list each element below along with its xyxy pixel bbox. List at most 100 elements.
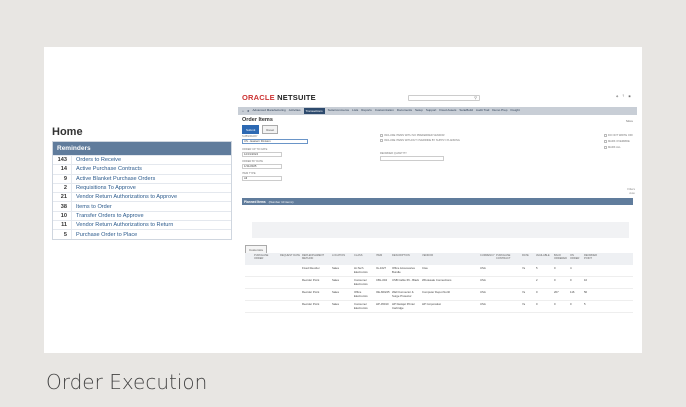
table-cell[interactable]: USA — [479, 277, 495, 288]
table-cell[interactable]: Computer Depot North — [421, 289, 479, 300]
filters-panel — [252, 222, 629, 238]
table-cell: Consumer Electronics — [354, 278, 368, 286]
recent-records-icon[interactable]: ◈ — [616, 94, 618, 98]
grid-column-header[interactable]: AVAILABLE — [535, 253, 553, 265]
table-cell: HP Deskjet Printer Cartridge — [392, 302, 415, 310]
table-cell: Consumer Electronics — [354, 302, 368, 310]
table-cell: Fixed Reorder — [302, 266, 320, 270]
subsidiary-field[interactable]: SUBSIDIARY US - Eastern Division — [242, 135, 308, 144]
reset-button[interactable]: Reset — [262, 125, 279, 134]
grid-column-header[interactable]: LOCATION — [331, 253, 353, 265]
table-row[interactable]: Fixed Reorder Sales Hi-Tech Electronics IG-… — [245, 265, 633, 277]
table-cell[interactable]: Cisa — [421, 265, 479, 276]
table-cell: 7a — [522, 302, 526, 306]
reminder-link[interactable]: Items to Order — [71, 202, 112, 211]
nav-item[interactable]: Advanced Manufacturing — [253, 108, 286, 114]
mark-override-checkbox[interactable]: MARK OVERRIDE — [604, 140, 630, 143]
reminder-row[interactable]: 143 Orders to Receive — [53, 155, 231, 165]
table-row[interactable]: Reorder Point Sales Consumer Electronics HP… — [245, 301, 633, 313]
star-icon[interactable]: ★ — [247, 109, 250, 113]
grid-column-header[interactable]: ITEM — [375, 253, 391, 265]
section-count: (Number 10 items) — [268, 199, 294, 204]
nav-item[interactable]: Demo Prep — [492, 108, 507, 114]
include-without-override-checkbox[interactable]: INCLUDE ITEMS WITHOUT OVERRIDE BY SUPPLY… — [380, 139, 460, 142]
table-cell[interactable]: USA — [479, 301, 495, 312]
reminder-link[interactable]: Transfer Orders to Approve — [71, 211, 144, 221]
nav-item[interactable]: Support — [426, 108, 437, 114]
home-reminders-widget: Home Reminders 143 Orders to Receive 14 Act… — [52, 126, 232, 240]
table-cell: 116 — [570, 290, 575, 294]
nav-item[interactable]: Documents — [397, 108, 412, 114]
home-icon[interactable]: ⌂ — [242, 109, 244, 113]
reminder-link[interactable]: Active Purchase Contracts — [71, 165, 142, 174]
nav-item[interactable]: Freight — [510, 108, 519, 114]
reorder-quantity-field[interactable]: REORDER QUANTITY — [380, 152, 444, 161]
table-row[interactable]: Reorder Point Sales Consumer Electronics CB… — [245, 277, 633, 289]
grid-column-header[interactable]: CURRENCY — [479, 253, 495, 265]
reminder-link[interactable]: Vendor Return Authorizations to Return — [71, 221, 173, 230]
reminder-row[interactable]: 10 Transfer Orders to Approve — [53, 210, 231, 221]
table-cell: 0 — [554, 266, 556, 270]
submit-button[interactable]: Submit — [242, 125, 260, 134]
page-title: Order Items — [242, 117, 273, 123]
avatar[interactable]: ◉ — [628, 94, 631, 98]
global-search-input[interactable]: ⚲ — [408, 95, 480, 101]
table-cell[interactable]: USA — [479, 289, 495, 300]
table-cell[interactable]: Wholesale Connections — [421, 277, 479, 288]
nav-item[interactable]: Audit Trail — [476, 108, 489, 114]
reminder-row[interactable]: 38 Items to Order — [53, 201, 231, 211]
reminder-link[interactable]: Vendor Return Authorizations to Approve — [71, 193, 177, 202]
nav-item[interactable]: Transactions — [303, 108, 325, 114]
grid-column-header[interactable]: REQUEST DATE — [279, 253, 301, 265]
more-link[interactable]: More — [626, 119, 633, 123]
nav-item[interactable]: Activities — [289, 108, 301, 114]
oracle-netsuite-logo[interactable]: ORACLE NETSUITE — [242, 93, 316, 102]
grid-column-header[interactable]: ON ORDER — [569, 253, 583, 265]
table-cell[interactable]: HP Corporation — [421, 301, 479, 312]
grid-column-header[interactable]: REORDER POINT — [583, 253, 599, 265]
reminder-link[interactable]: Active Blanket Purchase Orders — [71, 174, 155, 183]
reminder-row[interactable]: 5 Purchase Order to Place — [53, 229, 231, 239]
search-icon[interactable]: ⚲ — [474, 95, 477, 100]
item-type-field[interactable]: ITEM TYPE All — [242, 172, 282, 181]
table-cell[interactable]: USA — [479, 265, 495, 276]
help-icon[interactable]: ? — [622, 94, 624, 98]
reminder-link[interactable]: Purchase Order to Place — [71, 230, 137, 239]
home-title: Home — [52, 126, 83, 138]
planned-items-section[interactable]: Planned Items (Number 10 items) — [242, 198, 633, 205]
grid-column-header[interactable] — [245, 253, 253, 265]
do-not-write-off-checkbox[interactable]: DO NOT WRITE OFF — [604, 134, 633, 137]
reminder-link[interactable]: Orders to Receive — [71, 156, 121, 165]
include-no-vendor-checkbox[interactable]: INCLUDE ITEMS WITH NO PREFERRED VENDOR — [380, 134, 445, 137]
table-cell: CBL-004 — [376, 278, 388, 282]
grid-column-header[interactable]: BACK ORDERED — [553, 253, 569, 265]
nav-item[interactable]: SuiteBuild — [459, 108, 473, 114]
reminder-row[interactable]: 14 Active Purchase Contracts — [53, 164, 231, 174]
table-row[interactable]: Reorder Point Sales Office Electronics OE-M… — [245, 289, 633, 301]
grid-column-header[interactable]: VENDOR — [421, 253, 479, 265]
reminder-row[interactable]: 9 Active Blanket Purchase Orders — [53, 173, 231, 183]
grid-column-header[interactable]: CLASS — [353, 253, 375, 265]
nav-item[interactable]: Lists — [352, 108, 358, 114]
nav-item[interactable]: Fixed Assets — [439, 108, 456, 114]
grid-column-header[interactable]: REPLENISHMENT METHOD — [301, 253, 331, 265]
grid-column-header[interactable]: DESCRIPTION — [391, 253, 421, 265]
user-menu[interactable]: ◈ ? ◉ — [616, 94, 631, 98]
grid-column-header[interactable]: PURCHASE CONTRACT — [495, 253, 521, 265]
nav-item[interactable]: SuiteCommerce — [328, 108, 350, 114]
nav-item[interactable]: Customization — [375, 108, 394, 114]
nav-item[interactable]: Reports — [361, 108, 372, 114]
grid-column-header[interactable]: PURCHASE ORDER — [253, 253, 279, 265]
table-cell — [245, 265, 253, 276]
nav-item[interactable]: Setup — [415, 108, 423, 114]
reminder-link[interactable]: Requisitions To Approve — [71, 183, 136, 193]
table-cell — [253, 289, 279, 300]
grid-column-header[interactable]: RATE — [521, 253, 535, 265]
order-by-date-field[interactable]: ORDER BY DATE 1/31/2025 — [242, 160, 282, 169]
mark-all-checkbox[interactable]: MARK ALL — [604, 146, 621, 149]
order-up-to-date-field[interactable]: ORDER UP TO DATE 12/31/2024 — [242, 148, 282, 157]
reminder-row[interactable]: 2 Requisitions To Approve — [53, 182, 231, 193]
filters-hint[interactable]: Filters Auto — [627, 187, 635, 195]
reminder-row[interactable]: 21 Vendor Return Authorizations to Approv… — [53, 192, 231, 202]
reminder-row[interactable]: 11 Vendor Return Authorizations to Return — [53, 220, 231, 230]
